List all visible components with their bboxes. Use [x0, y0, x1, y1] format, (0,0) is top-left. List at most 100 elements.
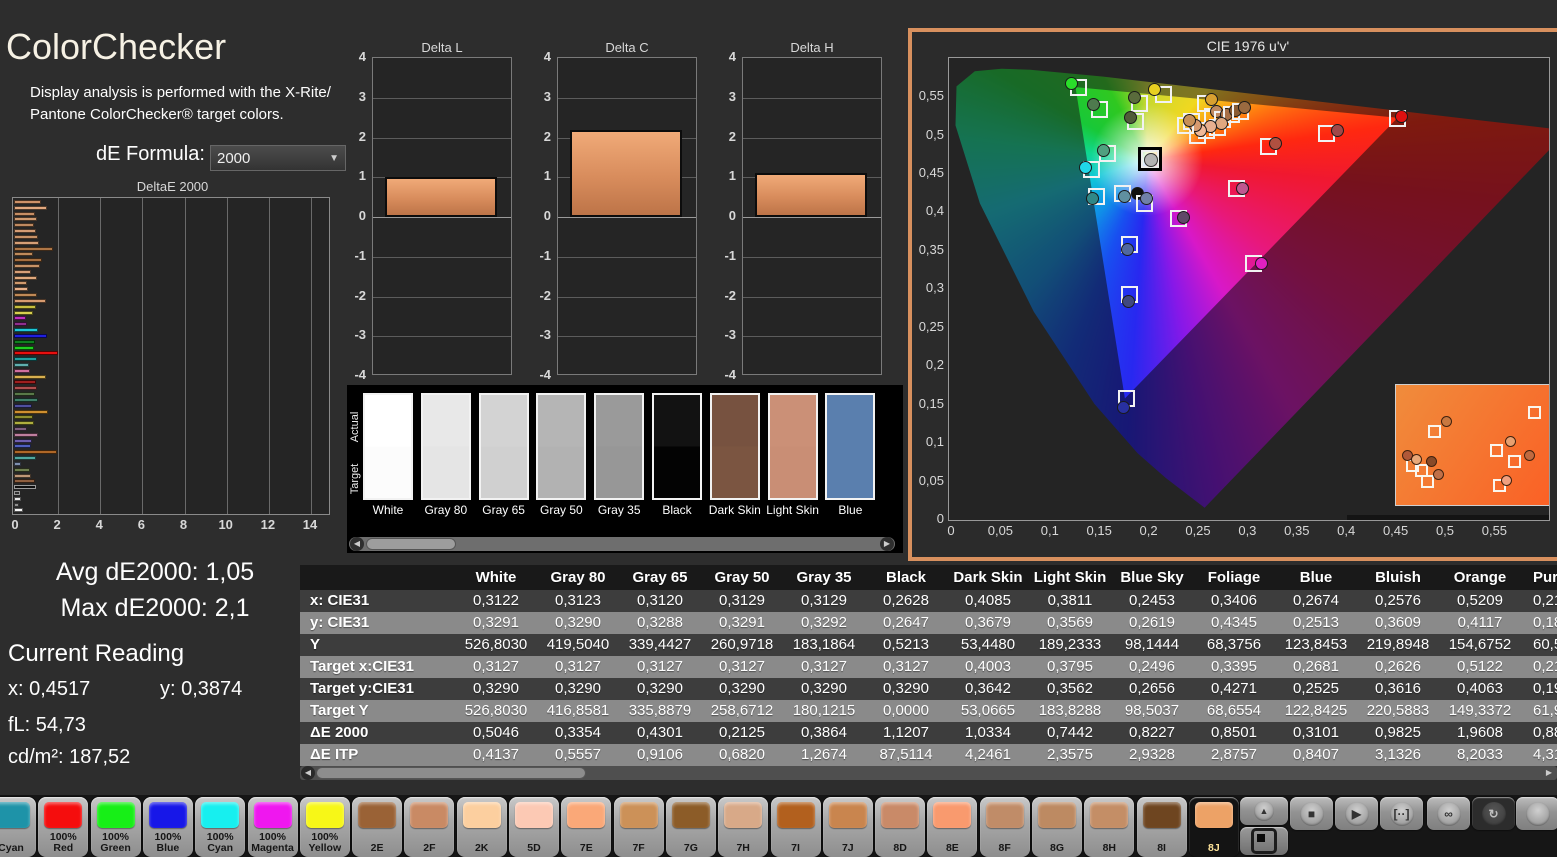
- display-window-button[interactable]: [1240, 827, 1288, 855]
- description-line1: Display analysis is performed with the X…: [30, 84, 331, 101]
- table-cell: 0,3609: [1375, 614, 1421, 631]
- cie-measured-point: [1176, 210, 1190, 224]
- cie-x-tick-label: 0,1: [1040, 523, 1059, 538]
- patch-button-label: 5D: [527, 842, 541, 854]
- patch-button-2k[interactable]: 2K: [456, 797, 507, 857]
- delta-bar: [385, 177, 497, 217]
- inset-measured-point: [1411, 454, 1422, 465]
- cie-x-tick-label: 0,05: [987, 523, 1014, 538]
- swatch-scrollbar-thumb[interactable]: [366, 538, 456, 550]
- patch-swatch-label: Light Skin: [766, 503, 819, 517]
- scroll-left-icon[interactable]: ◀: [350, 537, 364, 551]
- range-icon: [··]: [1389, 801, 1414, 826]
- patch-button-8g[interactable]: 8G: [1032, 797, 1082, 857]
- patch-button-2e[interactable]: 2E: [352, 797, 403, 857]
- patch-color-swatch: [0, 802, 30, 828]
- patch-color-swatch: [776, 802, 815, 828]
- y-tick-label: 3: [358, 88, 366, 104]
- blank-button[interactable]: [1516, 797, 1557, 830]
- patch-color-swatch: [358, 802, 397, 828]
- de2000-bar: [14, 269, 31, 274]
- de2000-bar: [14, 293, 38, 298]
- table-cell: 0,3101: [1293, 724, 1339, 741]
- table-row: Target x:CIE31 0,3127 0,3127 0,3127 0,3127 0,…: [300, 656, 1557, 678]
- patch-button-100-cyan[interactable]: 100% Cyan: [195, 797, 246, 857]
- table-cell: 0,3288: [637, 614, 683, 631]
- column-header: Light Skin: [1033, 569, 1107, 586]
- table-cell: 335,8879: [628, 702, 692, 719]
- cie-measured-point: [1124, 110, 1138, 124]
- stop-button[interactable]: ■: [1290, 797, 1333, 830]
- range-button[interactable]: [··]: [1380, 797, 1423, 830]
- patch-button-8i[interactable]: 8I: [1136, 797, 1187, 857]
- de2000-bar: [14, 450, 58, 455]
- patch-button-5d[interactable]: 5D: [509, 797, 559, 857]
- table-cell: 0,2681: [1293, 658, 1339, 675]
- patch-button-8j[interactable]: 8J: [1188, 797, 1239, 857]
- measurement-table: White Gray 80 Gray 65 Gray 50 Gray 35 Black Da…: [300, 565, 1557, 766]
- patch-button-7j[interactable]: 7J: [822, 797, 873, 857]
- patch-button-label: 8G: [1049, 842, 1064, 854]
- swatch-strip-scrollbar[interactable]: ◀ ▶: [349, 537, 895, 551]
- de-formula-dropdown[interactable]: 2000 ▼: [210, 145, 346, 171]
- scroll-right-icon[interactable]: ▶: [880, 537, 894, 551]
- cie-measured-point: [1254, 256, 1268, 270]
- de2000-bar: [14, 502, 20, 507]
- patch-swatch-preview: [536, 393, 587, 500]
- patch-button-100-green[interactable]: 100% Green: [90, 797, 141, 857]
- table-corner-cell: [300, 565, 455, 590]
- table-cell: 0,8501: [1211, 724, 1257, 741]
- y-tick-label: 3: [728, 88, 736, 104]
- patch-button-8e[interactable]: 8E: [927, 797, 978, 857]
- patch-button-100-blue[interactable]: 100% Blue: [142, 797, 193, 857]
- patch-button-8d[interactable]: 8D: [875, 797, 926, 857]
- cie-chromaticity-plot: RGB Triplet: 217, 140, 94: [948, 57, 1550, 521]
- de2000-bar: [14, 357, 38, 362]
- patch-button-cyan[interactable]: Cyan: [0, 797, 36, 857]
- table-cell: 123,8453: [1284, 636, 1348, 653]
- patch-button-7h[interactable]: 7H: [718, 797, 769, 857]
- infinity-loop-button[interactable]: ∞: [1427, 797, 1470, 830]
- table-cell: 0,19: [1533, 680, 1557, 697]
- table-cell: 0,3811: [1047, 592, 1093, 609]
- row-label: Target y:CIE31: [310, 680, 414, 697]
- patch-swatch-preview: [363, 393, 413, 500]
- scroll-right-icon[interactable]: ▶: [1542, 766, 1556, 780]
- patch-button-2f[interactable]: 2F: [404, 797, 455, 857]
- cie-measured-point: [1182, 113, 1196, 127]
- table-cell: 258,6712: [710, 702, 774, 719]
- y-tick-label: 1: [543, 168, 551, 184]
- scroll-left-icon[interactable]: ◀: [301, 766, 315, 780]
- table-cell: 419,5040: [546, 636, 610, 653]
- column-header: Purple: [1533, 569, 1557, 586]
- deltae2000-bar-chart: [12, 197, 330, 515]
- x-tick-label: 14: [302, 517, 318, 532]
- scroll-up-button[interactable]: ▲: [1240, 797, 1288, 825]
- table-cell: 0,9106: [637, 746, 683, 763]
- table-scrollbar[interactable]: ◀ ▶: [300, 766, 1557, 780]
- de2000-bar: [14, 397, 39, 402]
- table-cell: 0,5209: [1457, 592, 1503, 609]
- patch-button-7f[interactable]: 7F: [613, 797, 664, 857]
- de2000-bar: [14, 467, 30, 472]
- table-cell: 0,4063: [1457, 680, 1503, 697]
- patch-button-100-red[interactable]: 100% Red: [38, 797, 89, 857]
- patch-button-7e[interactable]: 7E: [561, 797, 612, 857]
- patch-button-8f[interactable]: 8F: [979, 797, 1030, 857]
- patch-button-100-magenta[interactable]: 100% Magenta: [247, 797, 298, 857]
- repeat-button[interactable]: ↻: [1472, 797, 1515, 830]
- patch-button-7g[interactable]: 7G: [665, 797, 716, 857]
- patch-button-label: 8F: [998, 842, 1011, 854]
- patch-button-label: 100% Green: [100, 831, 131, 854]
- y-tick-label: -3: [724, 327, 736, 343]
- cie-measured-point: [1215, 116, 1229, 130]
- patch-button-100-yellow[interactable]: 100% Yellow: [299, 797, 350, 857]
- patch-button-7i[interactable]: 7I: [770, 797, 821, 857]
- avg-de2000-value: Avg dE2000: 1,05: [55, 558, 255, 586]
- cie-measured-point: [1395, 109, 1409, 123]
- table-scrollbar-thumb[interactable]: [316, 767, 586, 779]
- table-cell: 220,5883: [1366, 702, 1430, 719]
- patch-color-swatch: [44, 802, 83, 828]
- play-button[interactable]: ▶: [1335, 797, 1378, 830]
- patch-button-8h[interactable]: 8H: [1084, 797, 1135, 857]
